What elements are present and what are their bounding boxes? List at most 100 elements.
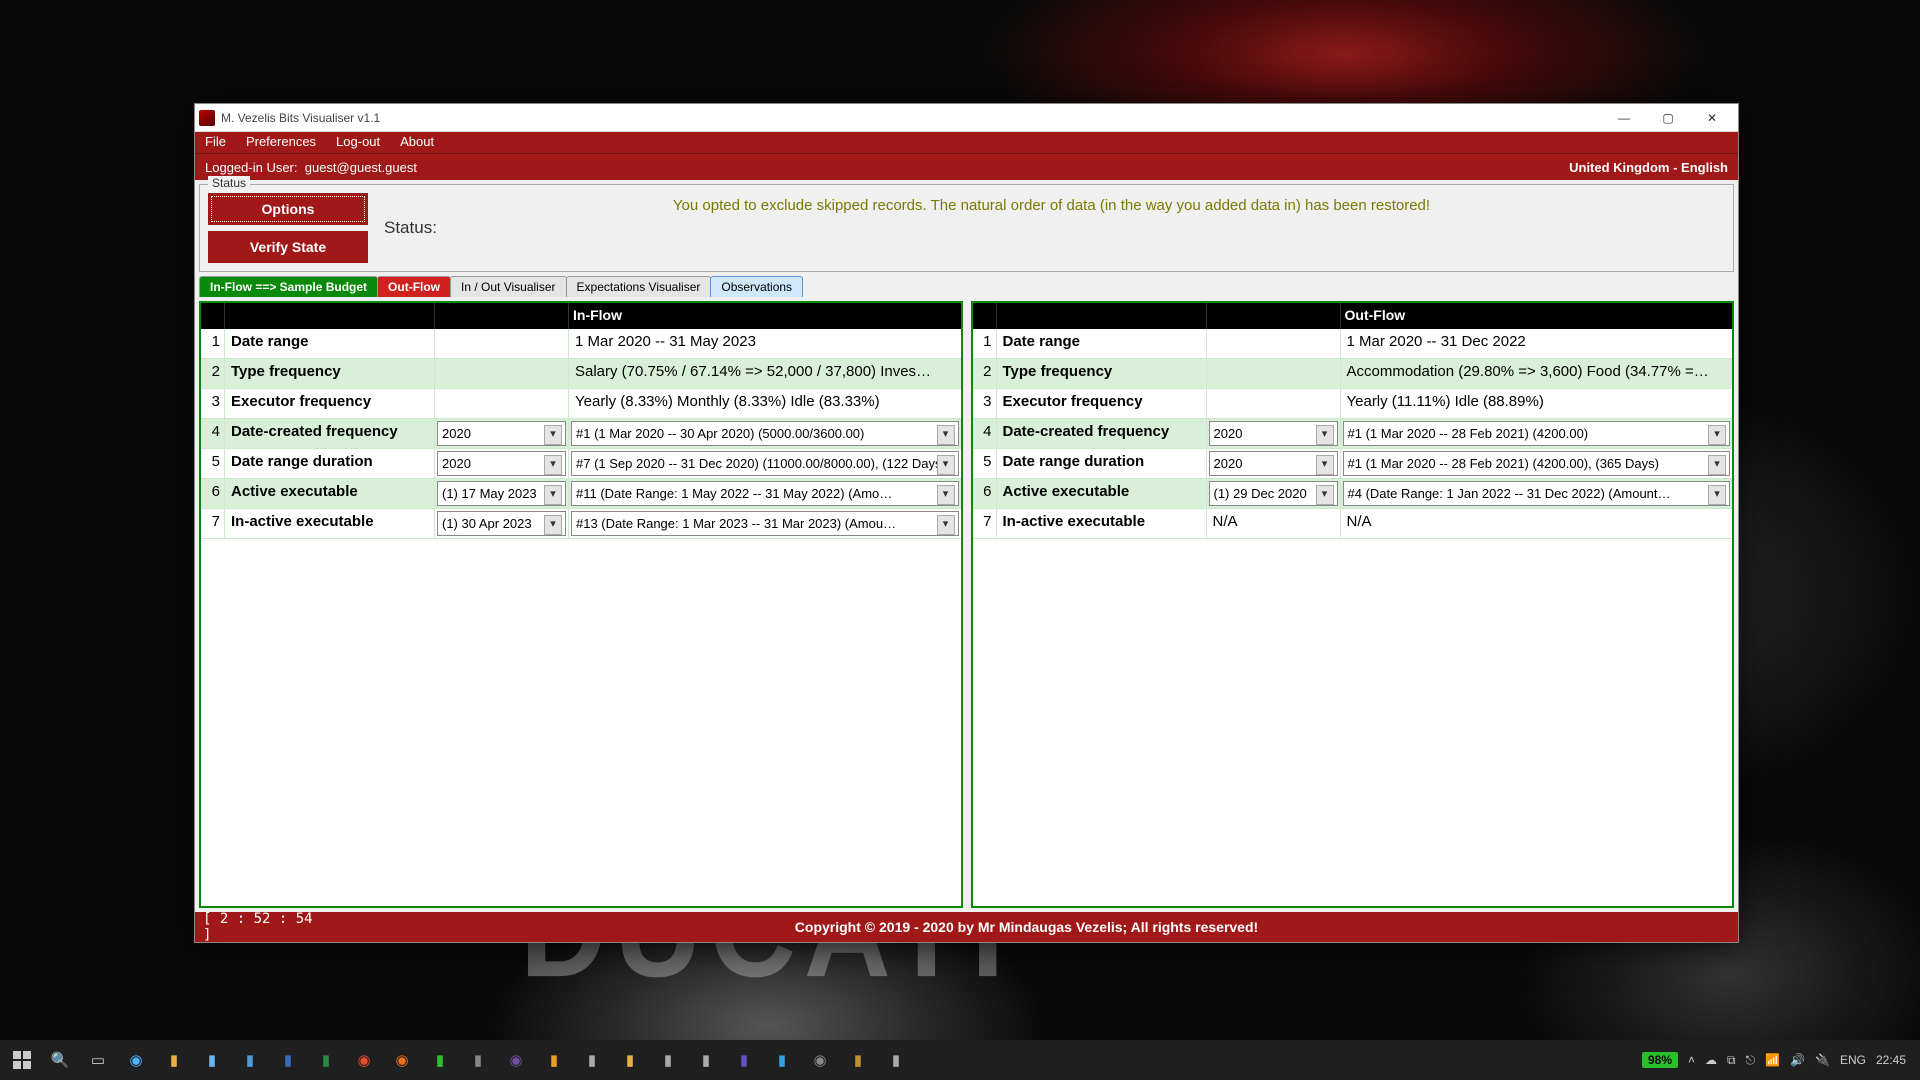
tray-cloud-icon[interactable]: ☁: [1705, 1053, 1717, 1067]
row-label: Executor frequency: [997, 389, 1207, 418]
row-number: 2: [973, 359, 997, 388]
row-dropdown-1[interactable]: 2020: [1209, 421, 1338, 446]
tray-app-icon[interactable]: ⧉: [1727, 1053, 1736, 1068]
taskbar-app-8[interactable]: ◉: [384, 1042, 420, 1078]
footer-time: [ 2 : 52 : 54 ]: [203, 911, 323, 943]
tray-power-icon[interactable]: 🔌: [1815, 1053, 1830, 1067]
tab-inout-visualiser[interactable]: In / Out Visualiser: [450, 276, 567, 297]
row-dropdown-1[interactable]: (1) 30 Apr 2023: [437, 511, 566, 536]
row-dropdown-2[interactable]: #1 (1 Mar 2020 -- 28 Feb 2021) (4200.00): [1343, 421, 1731, 446]
tray-volume-icon[interactable]: 🔊: [1790, 1053, 1805, 1067]
row-number: 5: [201, 449, 225, 478]
tray-clock[interactable]: 22:45: [1876, 1053, 1906, 1067]
tab-outflow[interactable]: Out-Flow: [377, 276, 451, 297]
taskbar-app-2[interactable]: ▮: [156, 1042, 192, 1078]
row-value: Salary (70.75% / 67.14% => 52,000 / 37,8…: [569, 359, 961, 388]
row-empty-cell: [1207, 389, 1341, 418]
row-dropdown-1[interactable]: (1) 29 Dec 2020: [1209, 481, 1338, 506]
minimize-button[interactable]: —: [1602, 104, 1646, 132]
row-combo-cell-2: #1 (1 Mar 2020 -- 30 Apr 2020) (5000.00/…: [569, 419, 961, 448]
row-combo-cell-2: #7 (1 Sep 2020 -- 31 Dec 2020) (11000.00…: [569, 449, 961, 478]
tray-chevron-icon[interactable]: ˄: [1688, 1053, 1695, 1067]
menu-file[interactable]: File: [195, 132, 236, 153]
row-combo-cell-1: 2020: [435, 419, 569, 448]
battery-indicator[interactable]: 98%: [1642, 1052, 1678, 1068]
row-dropdown-2[interactable]: #1 (1 Mar 2020 -- 30 Apr 2020) (5000.00/…: [571, 421, 959, 446]
tab-expectations[interactable]: Expectations Visualiser: [566, 276, 712, 297]
userbar: Logged-in User: guest@guest.guest United…: [195, 154, 1738, 180]
system-tray: 98% ˄ ☁ ⧉ ⎋ 📶 🔊 🔌 ENG 22:45: [1642, 1052, 1916, 1068]
userbar-label: Logged-in User:: [205, 160, 298, 175]
taskbar-app-15[interactable]: ▮: [650, 1042, 686, 1078]
row-dropdown-1[interactable]: 2020: [437, 421, 566, 446]
row-label: Type frequency: [225, 359, 435, 388]
row-dropdown-2[interactable]: #11 (Date Range: 1 May 2022 -- 31 May 20…: [571, 481, 959, 506]
row-dropdown-2[interactable]: #7 (1 Sep 2020 -- 31 Dec 2020) (11000.00…: [571, 451, 959, 476]
menu-logout[interactable]: Log-out: [326, 132, 390, 153]
row-combo-cell-1: 2020: [1207, 419, 1341, 448]
taskbar-app-19[interactable]: ◉: [802, 1042, 838, 1078]
row-dropdown-2[interactable]: #13 (Date Range: 1 Mar 2023 -- 31 Mar 20…: [571, 511, 959, 536]
outflow-row: 6Active executable(1) 29 Dec 2020#4 (Dat…: [973, 479, 1733, 509]
row-value: 1 Mar 2020 -- 31 May 2023: [569, 329, 961, 358]
taskbar-app-10[interactable]: ▮: [460, 1042, 496, 1078]
taskbar-app-17[interactable]: ▮: [726, 1042, 762, 1078]
row-number: 3: [973, 389, 997, 418]
menu-preferences[interactable]: Preferences: [236, 132, 326, 153]
taskbar-app-14[interactable]: ▮: [612, 1042, 648, 1078]
taskbar-app-11[interactable]: ◉: [498, 1042, 534, 1078]
tab-inflow[interactable]: In-Flow ==> Sample Budget: [199, 276, 378, 297]
taskbar-app-12[interactable]: ▮: [536, 1042, 572, 1078]
outflow-row: 1Date range1 Mar 2020 -- 31 Dec 2022: [973, 329, 1733, 359]
status-label: Status:: [384, 218, 1725, 238]
row-combo-cell-2: #1 (1 Mar 2020 -- 28 Feb 2021) (4200.00): [1341, 419, 1733, 448]
search-icon[interactable]: 🔍: [42, 1042, 78, 1078]
inflow-header-row: In-Flow: [201, 303, 961, 329]
row-empty-cell: [435, 359, 569, 388]
menu-about[interactable]: About: [390, 132, 444, 153]
tray-language[interactable]: ENG: [1840, 1053, 1866, 1067]
taskbar-app-13[interactable]: ▮: [574, 1042, 610, 1078]
tray-wifi-icon[interactable]: 📶: [1765, 1053, 1780, 1067]
row-dropdown-1[interactable]: 2020: [1209, 451, 1338, 476]
userbar-locale: United Kingdom - English: [1569, 160, 1728, 175]
taskbar-app-21[interactable]: ▮: [878, 1042, 914, 1078]
taskbar-app-7[interactable]: ◉: [346, 1042, 382, 1078]
row-number: 7: [201, 509, 225, 538]
taskbar-app-16[interactable]: ▮: [688, 1042, 724, 1078]
taskbar-app-5[interactable]: ▮: [270, 1042, 306, 1078]
row-number: 6: [201, 479, 225, 508]
taskview-icon[interactable]: ▭: [80, 1042, 116, 1078]
row-dropdown-2[interactable]: #1 (1 Mar 2020 -- 28 Feb 2021) (4200.00)…: [1343, 451, 1731, 476]
start-button[interactable]: [4, 1042, 40, 1078]
taskbar-app-1[interactable]: ◉: [118, 1042, 154, 1078]
taskbar-app-18[interactable]: ▮: [764, 1042, 800, 1078]
row-label: Date-created frequency: [225, 419, 435, 448]
outflow-row: 7In-active executableN/AN/A: [973, 509, 1733, 539]
options-button[interactable]: Options: [208, 193, 368, 225]
row-combo-cell-1: 2020: [1207, 449, 1341, 478]
row-dropdown-1[interactable]: 2020: [437, 451, 566, 476]
taskbar-app-4[interactable]: ▮: [232, 1042, 268, 1078]
tab-observations[interactable]: Observations: [710, 276, 803, 297]
row-combo-cell-1: (1) 30 Apr 2023: [435, 509, 569, 538]
taskbar-app-3[interactable]: ▮: [194, 1042, 230, 1078]
row-dropdown-1[interactable]: (1) 17 May 2023: [437, 481, 566, 506]
row-combo-cell-1: (1) 29 Dec 2020: [1207, 479, 1341, 508]
panels: In-Flow 1Date range1 Mar 2020 -- 31 May …: [195, 297, 1738, 912]
row-value: Yearly (11.11%) Idle (88.89%): [1341, 389, 1733, 418]
maximize-button[interactable]: ▢: [1646, 104, 1690, 132]
verify-state-button[interactable]: Verify State: [208, 231, 368, 263]
row-dropdown-2[interactable]: #4 (Date Range: 1 Jan 2022 -- 31 Dec 202…: [1343, 481, 1731, 506]
row-label: Active executable: [997, 479, 1207, 508]
inflow-row: 5Date range duration2020#7 (1 Sep 2020 -…: [201, 449, 961, 479]
taskbar-app-9[interactable]: ▮: [422, 1042, 458, 1078]
taskbar-app-20[interactable]: ▮: [840, 1042, 876, 1078]
outflow-header-row: Out-Flow: [973, 303, 1733, 329]
row-combo-cell-1: 2020: [435, 449, 569, 478]
window-title: M. Vezelis Bits Visualiser v1.1: [221, 111, 1602, 125]
close-button[interactable]: ✕: [1690, 104, 1734, 132]
row-empty-cell: [1207, 329, 1341, 358]
tray-activity-icon[interactable]: ⎋: [1746, 1053, 1756, 1068]
taskbar-app-6[interactable]: ▮: [308, 1042, 344, 1078]
